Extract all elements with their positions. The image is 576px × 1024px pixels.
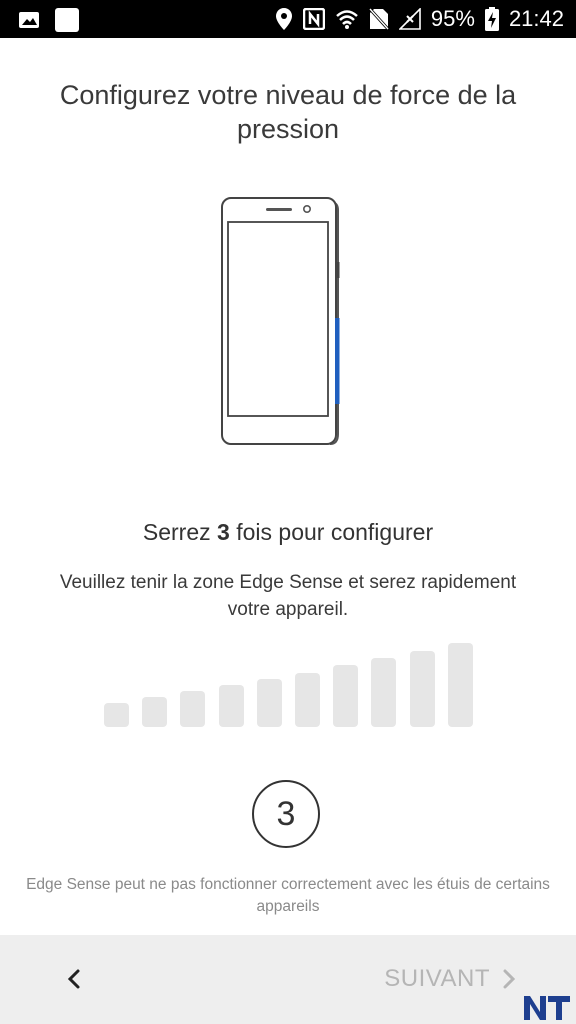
squeeze-counter: 3 (252, 780, 320, 848)
watermark-logo (524, 996, 570, 1020)
squeeze-suffix: fois pour configurer (229, 519, 434, 545)
level-bar (218, 684, 244, 727)
level-bar (447, 643, 473, 727)
phone-illustration (221, 197, 340, 445)
level-bar (180, 690, 206, 727)
instruction-text: Veuillez tenir la zone Edge Sense et ser… (59, 572, 517, 620)
nfc-icon (302, 8, 325, 30)
back-button[interactable] (52, 957, 96, 1001)
next-button[interactable]: SUIVANT (384, 957, 516, 1001)
next-label: SUIVANT (384, 965, 490, 992)
chevron-right-icon (503, 969, 516, 989)
level-bar (409, 650, 435, 727)
square-icon (55, 8, 79, 32)
level-bar (142, 696, 168, 727)
level-bar (371, 657, 397, 727)
level-bar (104, 703, 129, 727)
location-icon (275, 8, 292, 30)
no-sim-icon (368, 8, 389, 30)
squeeze-instruction: Serrez 3 fois pour configurer (40, 519, 536, 546)
level-bar (256, 678, 282, 727)
battery-charging-icon (484, 7, 499, 31)
image-icon (19, 12, 39, 28)
pressure-level-bars (0, 0, 576, 1024)
status-bar: 95% 21:42 (0, 0, 576, 38)
edge-sense-zone (335, 318, 340, 404)
level-bar (333, 665, 359, 727)
battery-percent: 95% (430, 6, 475, 31)
warning-text: Edge Sense peut ne pas fonctionner corre… (26, 876, 550, 915)
chevron-left-icon (67, 969, 80, 989)
wifi-icon (336, 10, 358, 29)
bottom-navigation: SUIVANT (0, 935, 576, 1024)
level-bar (295, 672, 320, 727)
no-signal-icon (398, 8, 421, 30)
clock: 21:42 (508, 6, 564, 31)
squeeze-prefix: Serrez (142, 519, 218, 545)
page-title: Configurez votre niveau de force de la p… (59, 80, 517, 144)
squeeze-count: 3 (217, 519, 230, 545)
